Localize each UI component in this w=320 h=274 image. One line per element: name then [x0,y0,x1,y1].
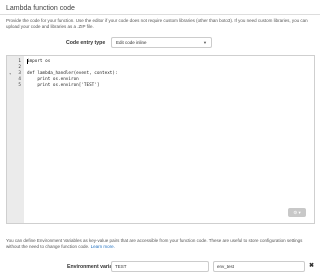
code-entry-type-label: Code entry type [66,40,106,46]
code-line: print os.environ['TEST'] [27,83,100,88]
code-line: def lambda_handler(event, context): [27,71,118,76]
env-value-input[interactable]: env_test [213,261,305,272]
learn-more-link[interactable]: Learn more. [91,244,115,249]
section-description: Provide the code for your function. Use … [6,18,308,29]
code-line: print os.environ [27,77,79,82]
text-cursor [27,59,28,64]
env-description: You can define Environment Variables as … [6,238,316,250]
editor-gutter: 1 2 3 ▾ 4 5 [7,56,24,223]
env-key-input[interactable]: TEST [111,261,209,272]
code-line: import os [27,59,51,64]
gear-icon: ⚙ ▾ [293,210,301,215]
close-icon[interactable]: ✖ [309,261,314,272]
code-entry-type-value: Edit code inline [116,40,147,45]
fold-arrow-icon[interactable]: ▾ [9,71,11,76]
code-entry-type-select[interactable]: Edit code inline ▼ [111,37,212,48]
code-editor[interactable]: 1 2 3 ▾ 4 5 import os def lambda_handler… [6,55,315,224]
editor-settings-button[interactable]: ⚙ ▾ [288,208,306,217]
section-title: Lambda function code [6,5,75,12]
line-number: 4 [18,77,21,82]
chevron-down-icon: ▼ [203,40,207,45]
section-divider [0,14,320,15]
line-number: 1 [18,59,21,64]
line-number: 5 [18,83,21,88]
env-description-text: You can define Environment Variables as … [6,238,303,249]
line-number: 2 [18,65,21,70]
